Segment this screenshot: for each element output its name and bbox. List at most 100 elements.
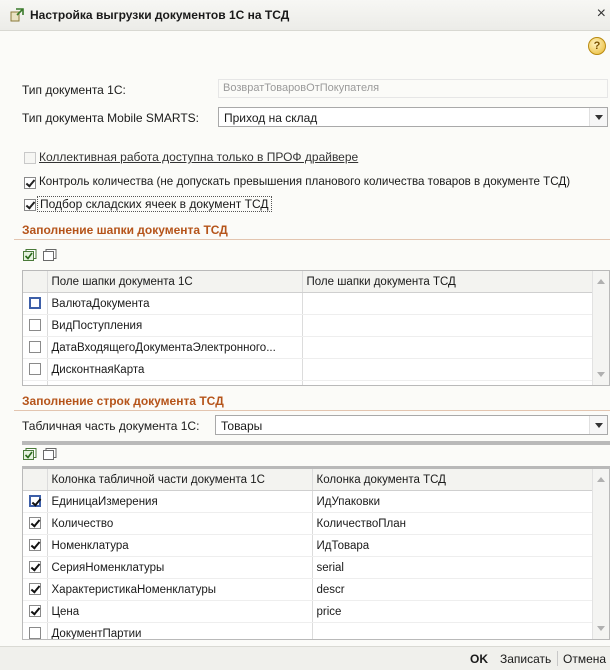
table-row[interactable]: ВалютаДокумента [23,292,594,315]
cell: ЕдиницаИзмерения [47,490,313,513]
scroll-up-icon[interactable] [597,477,605,482]
row-checkbox[interactable] [28,517,41,530]
table-row[interactable]: ДокументПартии [23,622,594,639]
cell: Количество [47,512,313,535]
save-button[interactable]: Записать [500,652,551,666]
table-row[interactable]: ДокументОснование [23,380,594,386]
row-checkbox[interactable] [29,385,41,386]
cell: ДокументОснование [47,380,303,385]
table-row[interactable]: ДатаВходящегоДокументаЭлектронного... [23,336,594,359]
row-checkbox[interactable] [28,297,41,310]
cell: ХарактеристикаНоменклатуры [47,578,313,601]
spacer [22,443,610,445]
scrollbar[interactable] [592,271,609,385]
cell: ДатаВходящегоДокументаЭлектронного... [47,336,303,359]
scroll-up-icon[interactable] [597,279,605,284]
column-header [23,271,48,293]
lines-section-title: Заполнение строк документа ТСД [22,394,224,408]
cell: ИдУпаковки [312,490,594,513]
divider [557,651,558,666]
table-row[interactable]: Цена price [23,600,594,623]
table-row[interactable]: СерияНоменклатуры serial [23,556,594,579]
table-row[interactable]: ХарактеристикаНоменклатуры descr [23,578,594,601]
cell: КоличествоПлан [312,512,594,535]
doc-type-1c-field: ВозвратТоваровОтПокупателя [218,79,608,98]
column-header[interactable]: Поле шапки документа ТСД [302,271,594,293]
tabular-select[interactable]: Товары [215,415,608,435]
row-checkbox-cell[interactable] [23,292,48,315]
cell: price [312,600,594,623]
row-checkbox[interactable] [28,539,41,552]
dialog-footer: OK Записать Отмена [0,646,610,670]
ok-button[interactable]: OK [470,652,488,666]
row-checkbox[interactable] [28,605,41,618]
row-checkbox-cell[interactable] [23,600,48,623]
settings-export-icon [10,8,24,22]
table-row[interactable]: Количество КоличествоПлан [23,512,594,535]
scroll-down-icon[interactable] [597,372,605,377]
cell: Цена [47,600,313,623]
check-all-icon[interactable] [23,249,37,261]
cancel-button[interactable]: Отмена [563,652,606,666]
table-row[interactable]: ДисконтнаяКарта [23,358,594,381]
cell: serial [312,556,594,579]
chevron-down-icon[interactable] [589,108,607,126]
collective-checkbox[interactable] [24,152,36,164]
column-header[interactable]: Поле шапки документа 1С [47,271,303,293]
doc-type-ms-label: Тип документа Mobile SMARTS: [22,111,199,125]
cell: ДисконтнаяКарта [47,358,303,381]
row-checkbox[interactable] [28,627,41,639]
cell: ИдТовара [312,534,594,557]
row-checkbox-cell[interactable] [23,314,48,337]
close-icon[interactable]: × [597,5,606,23]
cell [312,622,594,639]
cell [302,314,594,337]
table-row[interactable]: ЕдиницаИзмерения ИдУпаковки [23,490,594,513]
row-checkbox[interactable] [28,341,41,354]
row-checkbox-cell[interactable] [23,534,48,557]
cell [302,292,594,315]
spacer [22,441,610,443]
row-checkbox-cell[interactable] [23,512,48,535]
table-header-row: Поле шапки документа 1С Поле шапки докум… [23,271,594,293]
window-title: Настройка выгрузки документов 1С на ТСД [30,8,290,22]
help-icon[interactable]: ? [588,37,606,55]
cells-label: Подбор складских ячеек в документ ТСД [37,196,272,212]
cell [302,358,594,381]
row-checkbox-cell[interactable] [23,490,48,513]
row-checkbox[interactable] [28,583,41,596]
scroll-down-icon[interactable] [597,626,605,631]
qty-control-checkbox[interactable] [24,177,36,189]
scrollbar[interactable] [592,469,609,639]
cell: Номенклатура [47,534,313,557]
uncheck-all-icon[interactable] [43,249,57,261]
row-checkbox[interactable] [28,363,41,376]
qty-control-label: Контроль количества (не допускать превыш… [39,175,571,188]
row-checkbox-cell[interactable] [23,622,48,639]
lines-grid: Колонка табличной части документа 1С Кол… [22,468,610,640]
chevron-down-icon[interactable] [589,416,607,434]
doc-type-ms-value: Приход на склад [224,111,318,125]
collective-link[interactable]: Коллективная работа доступна только в ПР… [39,150,358,164]
row-checkbox-cell[interactable] [23,556,48,579]
column-header[interactable]: Колонка документа ТСД [312,469,594,491]
row-checkbox-cell[interactable] [23,578,48,601]
row-checkbox-cell[interactable] [23,380,48,386]
row-checkbox[interactable] [28,319,41,332]
doc-type-ms-select[interactable]: Приход на склад [218,107,608,127]
column-header [23,469,48,491]
row-checkbox[interactable] [28,495,41,508]
cell: ДокументПартии [47,622,313,639]
column-header[interactable]: Колонка табличной части документа 1С [47,469,313,491]
table-row[interactable]: ВидПоступления [23,314,594,337]
cells-checkbox[interactable] [24,199,36,211]
header-grid: Поле шапки документа 1С Поле шапки докум… [22,270,610,386]
header-section-title: Заполнение шапки документа ТСД [22,223,228,237]
table-row[interactable]: Номенклатура ИдТовара [23,534,594,557]
row-checkbox-cell[interactable] [23,336,48,359]
cell: ВидПоступления [47,314,303,337]
settings-dialog: Настройка выгрузки документов 1С на ТСД … [0,0,610,670]
cell: descr [312,578,594,601]
row-checkbox-cell[interactable] [23,358,48,381]
row-checkbox[interactable] [28,561,41,574]
